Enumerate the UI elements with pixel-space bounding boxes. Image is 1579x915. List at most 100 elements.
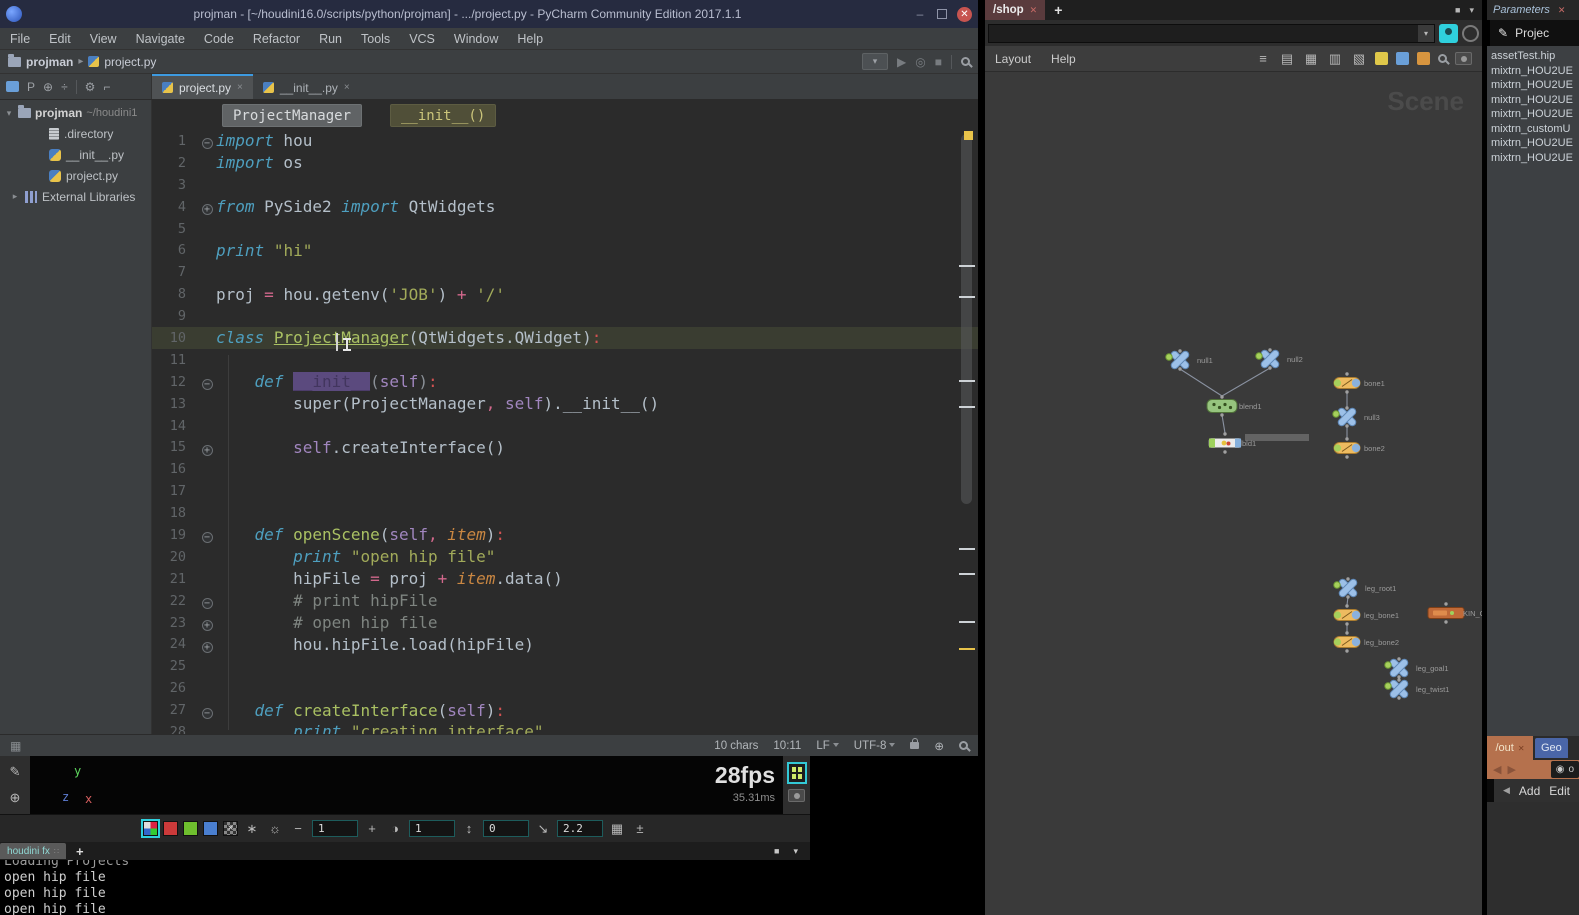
window-menu-icon[interactable]: ■ [774,846,779,857]
run-config-dropdown[interactable]: ▾ [862,53,888,70]
grid-layout2-icon[interactable]: ▥ [1327,51,1343,67]
stripe-mark-warning[interactable] [959,648,975,650]
close-icon[interactable]: ✕ [1030,5,1038,16]
tree-item[interactable]: ▸ External Libraries [0,186,151,207]
error-stripe-marker[interactable] [964,131,973,140]
menu-item[interactable]: Help [1051,52,1076,66]
link-icon[interactable] [1462,25,1479,42]
editor-tab[interactable]: __init__.py × [253,74,360,99]
color-palette-icon[interactable] [1396,52,1409,65]
toolbox-icon[interactable] [1417,52,1430,65]
brightness-icon[interactable]: ☼ [266,821,284,836]
status-line-separator[interactable]: LF [816,740,838,752]
breadcrumb-project[interactable]: projman [26,55,73,69]
editor-scrollbar[interactable] [961,134,972,504]
status-encoding[interactable]: UTF-8 [854,740,896,752]
network-path-tab[interactable]: /shop ✕ [985,0,1045,20]
viewport-canvas[interactable]: y x z 28fps 35.31ms [30,756,783,814]
stripe-mark[interactable] [959,380,975,382]
grid-toggle-icon[interactable] [787,762,807,784]
menu-item[interactable]: File [10,32,30,46]
increase-icon[interactable]: + [363,821,381,836]
menu-item[interactable]: Code [204,32,234,46]
minimize-button[interactable]: – [913,7,927,21]
node-name-field[interactable]: Projec [1515,26,1549,40]
stripe-mark[interactable] [959,265,975,267]
terminal-tab[interactable]: houdini fx ∷ [0,843,66,859]
menu-item[interactable]: Navigate [136,32,185,46]
menu-item[interactable]: Edit [49,32,71,46]
parameters-tab[interactable]: Parameters [1493,4,1550,16]
list-item[interactable]: mixtrn_HOU2UE [1487,94,1579,109]
channel-green-swatch[interactable] [183,821,198,836]
chevron-down-icon[interactable]: ▾ [4,108,14,119]
project-view-icon[interactable] [6,81,19,92]
pane-menu-icon[interactable]: ▾ [1469,5,1474,16]
project-panel-label[interactable]: P [27,80,35,94]
stop-icon[interactable]: ■ [935,55,942,69]
stripe-mark[interactable] [959,406,975,408]
close-tab-icon[interactable]: × [344,82,350,93]
list-item[interactable]: mixtrn_HOU2UE [1487,79,1579,94]
chevron-down-icon[interactable]: ▾ [793,846,798,857]
tool-window-switcher-icon[interactable]: ▦ [10,739,21,753]
breadcrumb-file[interactable]: project.py [104,55,156,69]
search-icon[interactable] [1438,54,1447,63]
channel-alpha-swatch[interactable]: × [223,821,238,836]
lock-icon[interactable] [910,742,919,749]
event-log-icon[interactable]: ⊕ [934,739,944,753]
close-button[interactable]: ✕ [957,7,972,22]
terminal-output[interactable]: Loading Projectsopen hip fileopen hip fi… [0,860,810,915]
tree-item[interactable]: project.py [0,165,151,186]
run-icon[interactable]: ▶ [897,55,906,69]
menu-item[interactable]: Tools [361,32,390,46]
debug-icon[interactable]: ◎ [915,55,925,69]
sticky-note-icon[interactable] [1375,52,1388,65]
decrease-icon[interactable]: − [289,821,307,836]
scrollbar[interactable] [1487,779,1494,802]
list-view-icon[interactable]: ▤ [1279,51,1295,67]
globe-icon[interactable]: ⊕ [10,790,21,806]
locate-icon[interactable]: ⊕ [43,80,53,94]
network-canvas[interactable]: Scene null1null2blend1bld1bone1null3bone… [985,72,1482,915]
out-tab[interactable]: /out ✕ [1487,736,1533,760]
hide-panel-icon[interactable]: ⌐ [103,80,110,94]
history-arrows-icon[interactable]: ◀▶ [1487,763,1522,776]
pin-icon[interactable] [1439,24,1458,43]
add-button[interactable]: Add [1519,784,1540,798]
chevron-down-icon[interactable]: ▾ [1418,25,1434,42]
offset-input[interactable]: 0 [483,820,529,837]
collapse-all-icon[interactable]: ÷ [61,80,68,94]
contrast-icon[interactable]: ◑ [386,821,404,836]
chevron-left-icon[interactable]: ◀ [1503,785,1510,796]
edit-button[interactable]: Edit [1549,784,1570,798]
menu-item[interactable]: Help [517,32,543,46]
list-item[interactable]: mixtrn_HOU2UE [1487,137,1579,152]
menu-item[interactable]: Refactor [253,32,300,46]
search-icon[interactable] [959,741,968,750]
tree-view-icon[interactable]: ≡ [1255,51,1271,67]
menu-item[interactable]: Run [319,32,342,46]
close-icon[interactable]: ✕ [1558,5,1566,16]
geometry-tab[interactable]: Geo [1535,738,1568,758]
gamma-icon[interactable]: ↘ [534,821,552,837]
close-icon[interactable]: ✕ [1518,744,1525,753]
status-position[interactable]: 10:11 [773,740,801,752]
list-item[interactable]: mixtrn_customU [1487,123,1579,138]
exposure-icon[interactable]: ± [631,821,649,836]
tree-item[interactable]: __init__.py [0,144,151,165]
overview-camera-icon[interactable] [1455,52,1472,65]
range-icon[interactable]: ↕ [460,821,478,836]
menu-item[interactable]: Layout [995,52,1031,66]
stripe-mark[interactable] [959,573,975,575]
path-combo[interactable]: ▾ [988,24,1435,43]
stripe-mark[interactable] [959,621,975,623]
pencil-icon[interactable]: ✎ [10,764,21,780]
search-icon[interactable] [961,57,970,66]
menu-item[interactable]: View [90,32,117,46]
gear-icon[interactable]: ⚙ [85,80,96,94]
list-item[interactable]: mixtrn_HOU2UE [1487,152,1579,167]
stripe-mark[interactable] [959,548,975,550]
grid-layout-icon[interactable]: ▦ [1303,51,1319,67]
close-tab-icon[interactable]: × [237,82,243,93]
